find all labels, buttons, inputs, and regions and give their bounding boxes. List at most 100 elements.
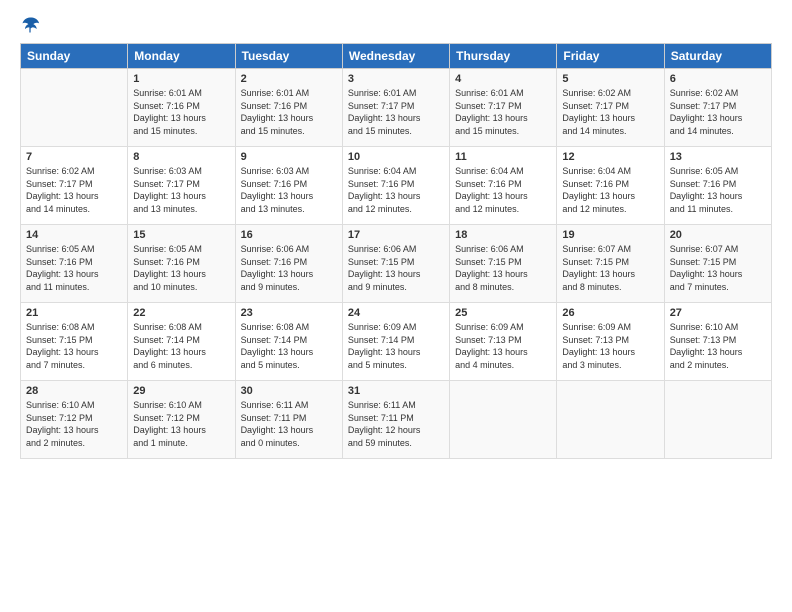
cell-info: Sunrise: 6:10 AM Sunset: 7:12 PM Dayligh… bbox=[133, 399, 229, 449]
day-number: 9 bbox=[241, 151, 337, 163]
cell-info: Sunrise: 6:02 AM Sunset: 7:17 PM Dayligh… bbox=[670, 87, 766, 137]
header-row: SundayMondayTuesdayWednesdayThursdayFrid… bbox=[21, 44, 772, 69]
calendar-cell: 16 Sunrise: 6:06 AM Sunset: 7:16 PM Dayli… bbox=[235, 225, 342, 303]
calendar-cell: 7Sunrise: 6:02 AM Sunset: 7:17 PM Daylig… bbox=[21, 147, 128, 225]
col-header-friday: Friday bbox=[557, 44, 664, 69]
cell-info: Sunrise: 6:05 AM Sunset: 7:16 PM Dayligh… bbox=[26, 243, 122, 293]
week-row-2: 14Sunrise: 6:05 AM Sunset: 7:16 PM Dayli… bbox=[21, 225, 772, 303]
day-number: 13 bbox=[670, 151, 766, 163]
cell-info: Sunrise: 6:05 AM Sunset: 7:16 PM Dayligh… bbox=[670, 165, 766, 215]
cell-info: Sunrise: 6:04 AM Sunset: 7:16 PM Dayligh… bbox=[562, 165, 658, 215]
day-number: 24 bbox=[348, 307, 444, 319]
col-header-thursday: Thursday bbox=[450, 44, 557, 69]
calendar-cell: 28 Sunrise: 6:10 AM Sunset: 7:12 PM Dayli… bbox=[21, 381, 128, 459]
cell-info: Sunrise: 6:11 AM Sunset: 7:11 PM Dayligh… bbox=[348, 399, 444, 449]
col-header-tuesday: Tuesday bbox=[235, 44, 342, 69]
calendar-cell: 29 Sunrise: 6:10 AM Sunset: 7:12 PM Dayli… bbox=[128, 381, 235, 459]
day-number: 16 bbox=[241, 229, 337, 241]
cell-info: Sunrise: 6:07 AM Sunset: 7:15 PM Dayligh… bbox=[562, 243, 658, 293]
cell-info: Sunrise: 6:02 AM Sunset: 7:17 PM Dayligh… bbox=[26, 165, 122, 215]
calendar-cell: 5 Sunrise: 6:02 AM Sunset: 7:17 PM Daylig… bbox=[557, 69, 664, 147]
day-number: 27 bbox=[670, 307, 766, 319]
calendar-cell: 4 Sunrise: 6:01 AM Sunset: 7:17 PM Daylig… bbox=[450, 69, 557, 147]
day-number: 30 bbox=[241, 385, 337, 397]
calendar-cell: 1 Sunrise: 6:01 AM Sunset: 7:16 PM Daylig… bbox=[128, 69, 235, 147]
cell-info: Sunrise: 6:01 AM Sunset: 7:17 PM Dayligh… bbox=[455, 87, 551, 137]
calendar-cell: 9 Sunrise: 6:03 AM Sunset: 7:16 PM Daylig… bbox=[235, 147, 342, 225]
calendar-table: SundayMondayTuesdayWednesdayThursdayFrid… bbox=[20, 43, 772, 459]
day-number: 23 bbox=[241, 307, 337, 319]
week-row-3: 21Sunrise: 6:08 AM Sunset: 7:15 PM Dayli… bbox=[21, 303, 772, 381]
calendar-cell: 12 Sunrise: 6:04 AM Sunset: 7:16 PM Dayli… bbox=[557, 147, 664, 225]
cell-info: Sunrise: 6:08 AM Sunset: 7:14 PM Dayligh… bbox=[241, 321, 337, 371]
calendar-cell: 27Sunrise: 6:10 AM Sunset: 7:13 PM Dayli… bbox=[664, 303, 771, 381]
day-number: 26 bbox=[562, 307, 658, 319]
day-number: 11 bbox=[455, 151, 551, 163]
calendar-cell: 31 Sunrise: 6:11 AM Sunset: 7:11 PM Dayli… bbox=[342, 381, 449, 459]
calendar-cell: 30Sunrise: 6:11 AM Sunset: 7:11 PM Dayli… bbox=[235, 381, 342, 459]
calendar-cell: 21Sunrise: 6:08 AM Sunset: 7:15 PM Dayli… bbox=[21, 303, 128, 381]
day-number: 28 bbox=[26, 385, 122, 397]
day-number: 3 bbox=[348, 73, 444, 85]
cell-info: Sunrise: 6:06 AM Sunset: 7:15 PM Dayligh… bbox=[455, 243, 551, 293]
day-number: 15 bbox=[133, 229, 229, 241]
cell-info: Sunrise: 6:03 AM Sunset: 7:17 PM Dayligh… bbox=[133, 165, 229, 215]
cell-info: Sunrise: 6:04 AM Sunset: 7:16 PM Dayligh… bbox=[348, 165, 444, 215]
calendar-cell: 23 Sunrise: 6:08 AM Sunset: 7:14 PM Dayli… bbox=[235, 303, 342, 381]
calendar-cell: 15 Sunrise: 6:05 AM Sunset: 7:16 PM Dayli… bbox=[128, 225, 235, 303]
cell-info: Sunrise: 6:07 AM Sunset: 7:15 PM Dayligh… bbox=[670, 243, 766, 293]
day-number: 20 bbox=[670, 229, 766, 241]
page: SundayMondayTuesdayWednesdayThursdayFrid… bbox=[0, 0, 792, 612]
week-row-1: 7Sunrise: 6:02 AM Sunset: 7:17 PM Daylig… bbox=[21, 147, 772, 225]
calendar-cell: 19 Sunrise: 6:07 AM Sunset: 7:15 PM Dayli… bbox=[557, 225, 664, 303]
week-row-4: 28 Sunrise: 6:10 AM Sunset: 7:12 PM Dayli… bbox=[21, 381, 772, 459]
day-number: 19 bbox=[562, 229, 658, 241]
day-number: 10 bbox=[348, 151, 444, 163]
col-header-saturday: Saturday bbox=[664, 44, 771, 69]
calendar-cell: 13 Sunrise: 6:05 AM Sunset: 7:16 PM Dayli… bbox=[664, 147, 771, 225]
day-number: 18 bbox=[455, 229, 551, 241]
cell-info: Sunrise: 6:04 AM Sunset: 7:16 PM Dayligh… bbox=[455, 165, 551, 215]
header bbox=[20, 15, 772, 35]
calendar-cell: 3 Sunrise: 6:01 AM Sunset: 7:17 PM Daylig… bbox=[342, 69, 449, 147]
calendar-cell: 14Sunrise: 6:05 AM Sunset: 7:16 PM Dayli… bbox=[21, 225, 128, 303]
day-number: 12 bbox=[562, 151, 658, 163]
cell-info: Sunrise: 6:10 AM Sunset: 7:12 PM Dayligh… bbox=[26, 399, 122, 449]
cell-info: Sunrise: 6:08 AM Sunset: 7:14 PM Dayligh… bbox=[133, 321, 229, 371]
calendar-cell: 17Sunrise: 6:06 AM Sunset: 7:15 PM Dayli… bbox=[342, 225, 449, 303]
cell-info: Sunrise: 6:09 AM Sunset: 7:13 PM Dayligh… bbox=[455, 321, 551, 371]
day-number: 25 bbox=[455, 307, 551, 319]
col-header-wednesday: Wednesday bbox=[342, 44, 449, 69]
day-number: 5 bbox=[562, 73, 658, 85]
day-number: 17 bbox=[348, 229, 444, 241]
cell-info: Sunrise: 6:03 AM Sunset: 7:16 PM Dayligh… bbox=[241, 165, 337, 215]
calendar-cell: 6 Sunrise: 6:02 AM Sunset: 7:17 PM Daylig… bbox=[664, 69, 771, 147]
logo-bird-icon bbox=[20, 15, 40, 35]
calendar-cell bbox=[450, 381, 557, 459]
cell-info: Sunrise: 6:01 AM Sunset: 7:16 PM Dayligh… bbox=[133, 87, 229, 137]
calendar-cell: 10 Sunrise: 6:04 AM Sunset: 7:16 PM Dayli… bbox=[342, 147, 449, 225]
calendar-cell bbox=[21, 69, 128, 147]
cell-info: Sunrise: 6:01 AM Sunset: 7:16 PM Dayligh… bbox=[241, 87, 337, 137]
day-number: 4 bbox=[455, 73, 551, 85]
calendar-cell: 20 Sunrise: 6:07 AM Sunset: 7:15 PM Dayli… bbox=[664, 225, 771, 303]
cell-info: Sunrise: 6:01 AM Sunset: 7:17 PM Dayligh… bbox=[348, 87, 444, 137]
calendar-cell bbox=[557, 381, 664, 459]
cell-info: Sunrise: 6:06 AM Sunset: 7:16 PM Dayligh… bbox=[241, 243, 337, 293]
cell-info: Sunrise: 6:02 AM Sunset: 7:17 PM Dayligh… bbox=[562, 87, 658, 137]
day-number: 1 bbox=[133, 73, 229, 85]
cell-info: Sunrise: 6:09 AM Sunset: 7:13 PM Dayligh… bbox=[562, 321, 658, 371]
day-number: 31 bbox=[348, 385, 444, 397]
calendar-cell: 8Sunrise: 6:03 AM Sunset: 7:17 PM Daylig… bbox=[128, 147, 235, 225]
calendar-cell: 25 Sunrise: 6:09 AM Sunset: 7:13 PM Dayli… bbox=[450, 303, 557, 381]
col-header-monday: Monday bbox=[128, 44, 235, 69]
day-number: 6 bbox=[670, 73, 766, 85]
calendar-cell: 2 Sunrise: 6:01 AM Sunset: 7:16 PM Daylig… bbox=[235, 69, 342, 147]
cell-info: Sunrise: 6:05 AM Sunset: 7:16 PM Dayligh… bbox=[133, 243, 229, 293]
day-number: 22 bbox=[133, 307, 229, 319]
calendar-cell: 24Sunrise: 6:09 AM Sunset: 7:14 PM Dayli… bbox=[342, 303, 449, 381]
day-number: 29 bbox=[133, 385, 229, 397]
day-number: 21 bbox=[26, 307, 122, 319]
week-row-0: 1 Sunrise: 6:01 AM Sunset: 7:16 PM Daylig… bbox=[21, 69, 772, 147]
day-number: 2 bbox=[241, 73, 337, 85]
